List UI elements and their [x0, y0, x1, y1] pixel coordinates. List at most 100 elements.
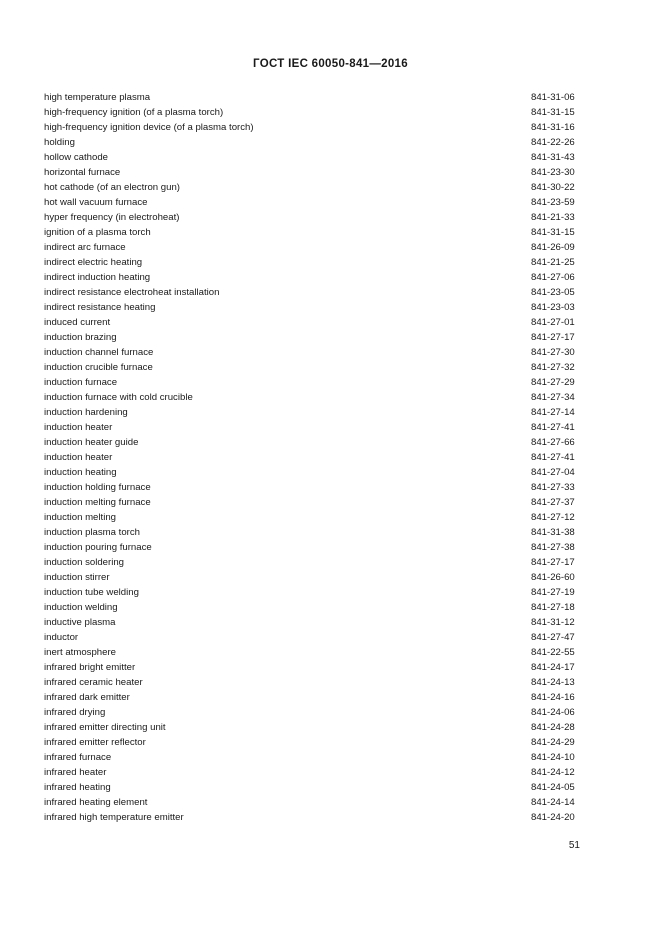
- index-entry-term: indirect resistance electroheat installa…: [44, 287, 220, 298]
- index-entry-code: 841-22-55: [531, 647, 575, 658]
- index-entry-code: 841-23-03: [531, 302, 575, 313]
- index-entry-term: induction holding furnace: [44, 482, 151, 493]
- index-entry-term: infrared furnace: [44, 752, 112, 763]
- index-entry-row: infrared heating 841-24-05: [44, 780, 580, 795]
- index-entry-code: 841-24-14: [531, 797, 575, 808]
- alphabetical-index-list: high temperature plasma 841-31-06 high-fre…: [44, 90, 580, 825]
- index-entry-term: indirect arc furnace: [44, 242, 126, 253]
- index-entry-term: ignition of a plasma torch: [44, 227, 151, 238]
- index-entry-term: induction heater guide: [44, 437, 139, 448]
- index-entry-row: indirect electric heating 841-21-25: [44, 255, 580, 270]
- index-entry-term: inductive plasma: [44, 617, 116, 628]
- document-page: ГОСТ IEC 60050-841—2016 high temperature…: [0, 0, 661, 935]
- index-entry-row: hollow cathode 841-31-43: [44, 150, 580, 165]
- page-number: 51: [568, 840, 580, 851]
- index-entry-term: infrared high temperature emitter: [44, 812, 184, 823]
- index-entry-term: induction furnace with cold crucible: [44, 392, 193, 403]
- index-entry-code: 841-27-12: [531, 512, 575, 523]
- index-entry-term: induction crucible furnace: [44, 362, 153, 373]
- index-entry-row: induction stirrer 841-26-60: [44, 570, 580, 585]
- index-entry-code: 841-27-38: [531, 542, 575, 553]
- index-entry-row: infrared heater 841-24-12: [44, 765, 580, 780]
- index-entry-code: 841-31-15: [531, 227, 575, 238]
- index-entry-code: 841-30-22: [531, 182, 575, 193]
- index-entry-code: 841-23-05: [531, 287, 575, 298]
- index-entry-row: induction brazing 841-27-17: [44, 330, 580, 345]
- index-entry-row: induction heater 841-27-41: [44, 420, 580, 435]
- index-entry-code: 841-27-33: [531, 482, 575, 493]
- index-entry-term: inert atmosphere: [44, 647, 116, 658]
- index-entry-term: holding: [44, 137, 75, 148]
- index-entry-term: induction heating: [44, 467, 117, 478]
- index-entry-code: 841-27-18: [531, 602, 575, 613]
- index-entry-row: induction heater 841-27-41: [44, 450, 580, 465]
- index-entry-code: 841-27-01: [531, 317, 575, 328]
- index-entry-code: 841-27-17: [531, 557, 575, 568]
- index-entry-row: infrared drying 841-24-06: [44, 705, 580, 720]
- index-entry-code: 841-27-17: [531, 332, 575, 343]
- index-entry-term: high-frequency ignition device (of a pla…: [44, 122, 254, 133]
- index-entry-term: infrared emitter reflector: [44, 737, 146, 748]
- index-entry-code: 841-24-28: [531, 722, 575, 733]
- index-entry-code: 841-26-60: [531, 572, 575, 583]
- index-entry-row: indirect resistance heating 841-23-03: [44, 300, 580, 315]
- index-entry-code: 841-27-04: [531, 467, 575, 478]
- index-entry-code: 841-24-20: [531, 812, 575, 823]
- index-entry-term: induction brazing: [44, 332, 117, 343]
- index-entry-row: hyper frequency (in electroheat) 841-21-3…: [44, 210, 580, 225]
- index-entry-row: ignition of a plasma torch 841-31-15: [44, 225, 580, 240]
- index-entry-code: 841-27-41: [531, 422, 575, 433]
- index-entry-row: high-frequency ignition device (of a pla…: [44, 120, 580, 135]
- index-entry-code: 841-27-19: [531, 587, 575, 598]
- index-entry-term: high-frequency ignition (of a plasma tor…: [44, 107, 224, 118]
- index-entry-row: induction holding furnace 841-27-33: [44, 480, 580, 495]
- index-entry-row: induced current 841-27-01: [44, 315, 580, 330]
- index-entry-row: high temperature plasma 841-31-06: [44, 90, 580, 105]
- index-entry-row: induction heating 841-27-04: [44, 465, 580, 480]
- index-entry-row: indirect arc furnace 841-26-09: [44, 240, 580, 255]
- index-entry-row: induction crucible furnace 841-27-32: [44, 360, 580, 375]
- index-entry-term: infrared drying: [44, 707, 106, 718]
- index-entry-row: infrared heating element 841-24-14: [44, 795, 580, 810]
- index-entry-term: induction melting: [44, 512, 116, 523]
- index-entry-row: induction welding 841-27-18: [44, 600, 580, 615]
- index-entry-row: indirect resistance electroheat installa…: [44, 285, 580, 300]
- index-entry-row: hot cathode (of an electron gun) 841-30-2…: [44, 180, 580, 195]
- index-entry-row: indirect induction heating 841-27-06: [44, 270, 580, 285]
- index-entry-code: 841-24-10: [531, 752, 575, 763]
- index-entry-row: induction furnace 841-27-29: [44, 375, 580, 390]
- index-entry-code: 841-27-32: [531, 362, 575, 373]
- index-entry-row: induction pouring furnace 841-27-38: [44, 540, 580, 555]
- index-entry-term: induction stirrer: [44, 572, 110, 583]
- index-entry-term: induction heater: [44, 452, 113, 463]
- index-entry-code: 841-27-29: [531, 377, 575, 388]
- index-entry-row: induction tube welding 841-27-19: [44, 585, 580, 600]
- index-entry-term: indirect induction heating: [44, 272, 151, 283]
- index-entry-code: 841-27-37: [531, 497, 575, 508]
- index-entry-code: 841-27-47: [531, 632, 575, 643]
- index-entry-row: induction melting furnace 841-27-37: [44, 495, 580, 510]
- index-entry-term: induction hardening: [44, 407, 128, 418]
- index-entry-term: infrared ceramic heater: [44, 677, 143, 688]
- index-entry-row: infrared ceramic heater 841-24-13: [44, 675, 580, 690]
- index-entry-row: induction channel furnace 841-27-30: [44, 345, 580, 360]
- index-entry-code: 841-24-05: [531, 782, 575, 793]
- index-entry-term: horizontal furnace: [44, 167, 121, 178]
- index-entry-code: 841-24-16: [531, 692, 575, 703]
- index-entry-term: induction tube welding: [44, 587, 139, 598]
- index-entry-row: hot wall vacuum furnace 841-23-59: [44, 195, 580, 210]
- index-entry-code: 841-31-06: [531, 92, 575, 103]
- index-entry-code: 841-24-12: [531, 767, 575, 778]
- index-entry-code: 841-24-13: [531, 677, 575, 688]
- index-entry-term: induction welding: [44, 602, 118, 613]
- index-entry-code: 841-27-34: [531, 392, 575, 403]
- index-entry-term: induction melting furnace: [44, 497, 151, 508]
- index-entry-row: infrared high temperature emitter 841-24-…: [44, 810, 580, 825]
- index-entry-row: horizontal furnace 841-23-30: [44, 165, 580, 180]
- index-entry-term: high temperature plasma: [44, 92, 151, 103]
- running-head: ГОСТ IEC 60050-841—2016: [253, 58, 408, 70]
- index-entry-term: indirect electric heating: [44, 257, 143, 268]
- index-entry-code: 841-31-12: [531, 617, 575, 628]
- index-entry-code: 841-27-30: [531, 347, 575, 358]
- index-entry-term: induction channel furnace: [44, 347, 154, 358]
